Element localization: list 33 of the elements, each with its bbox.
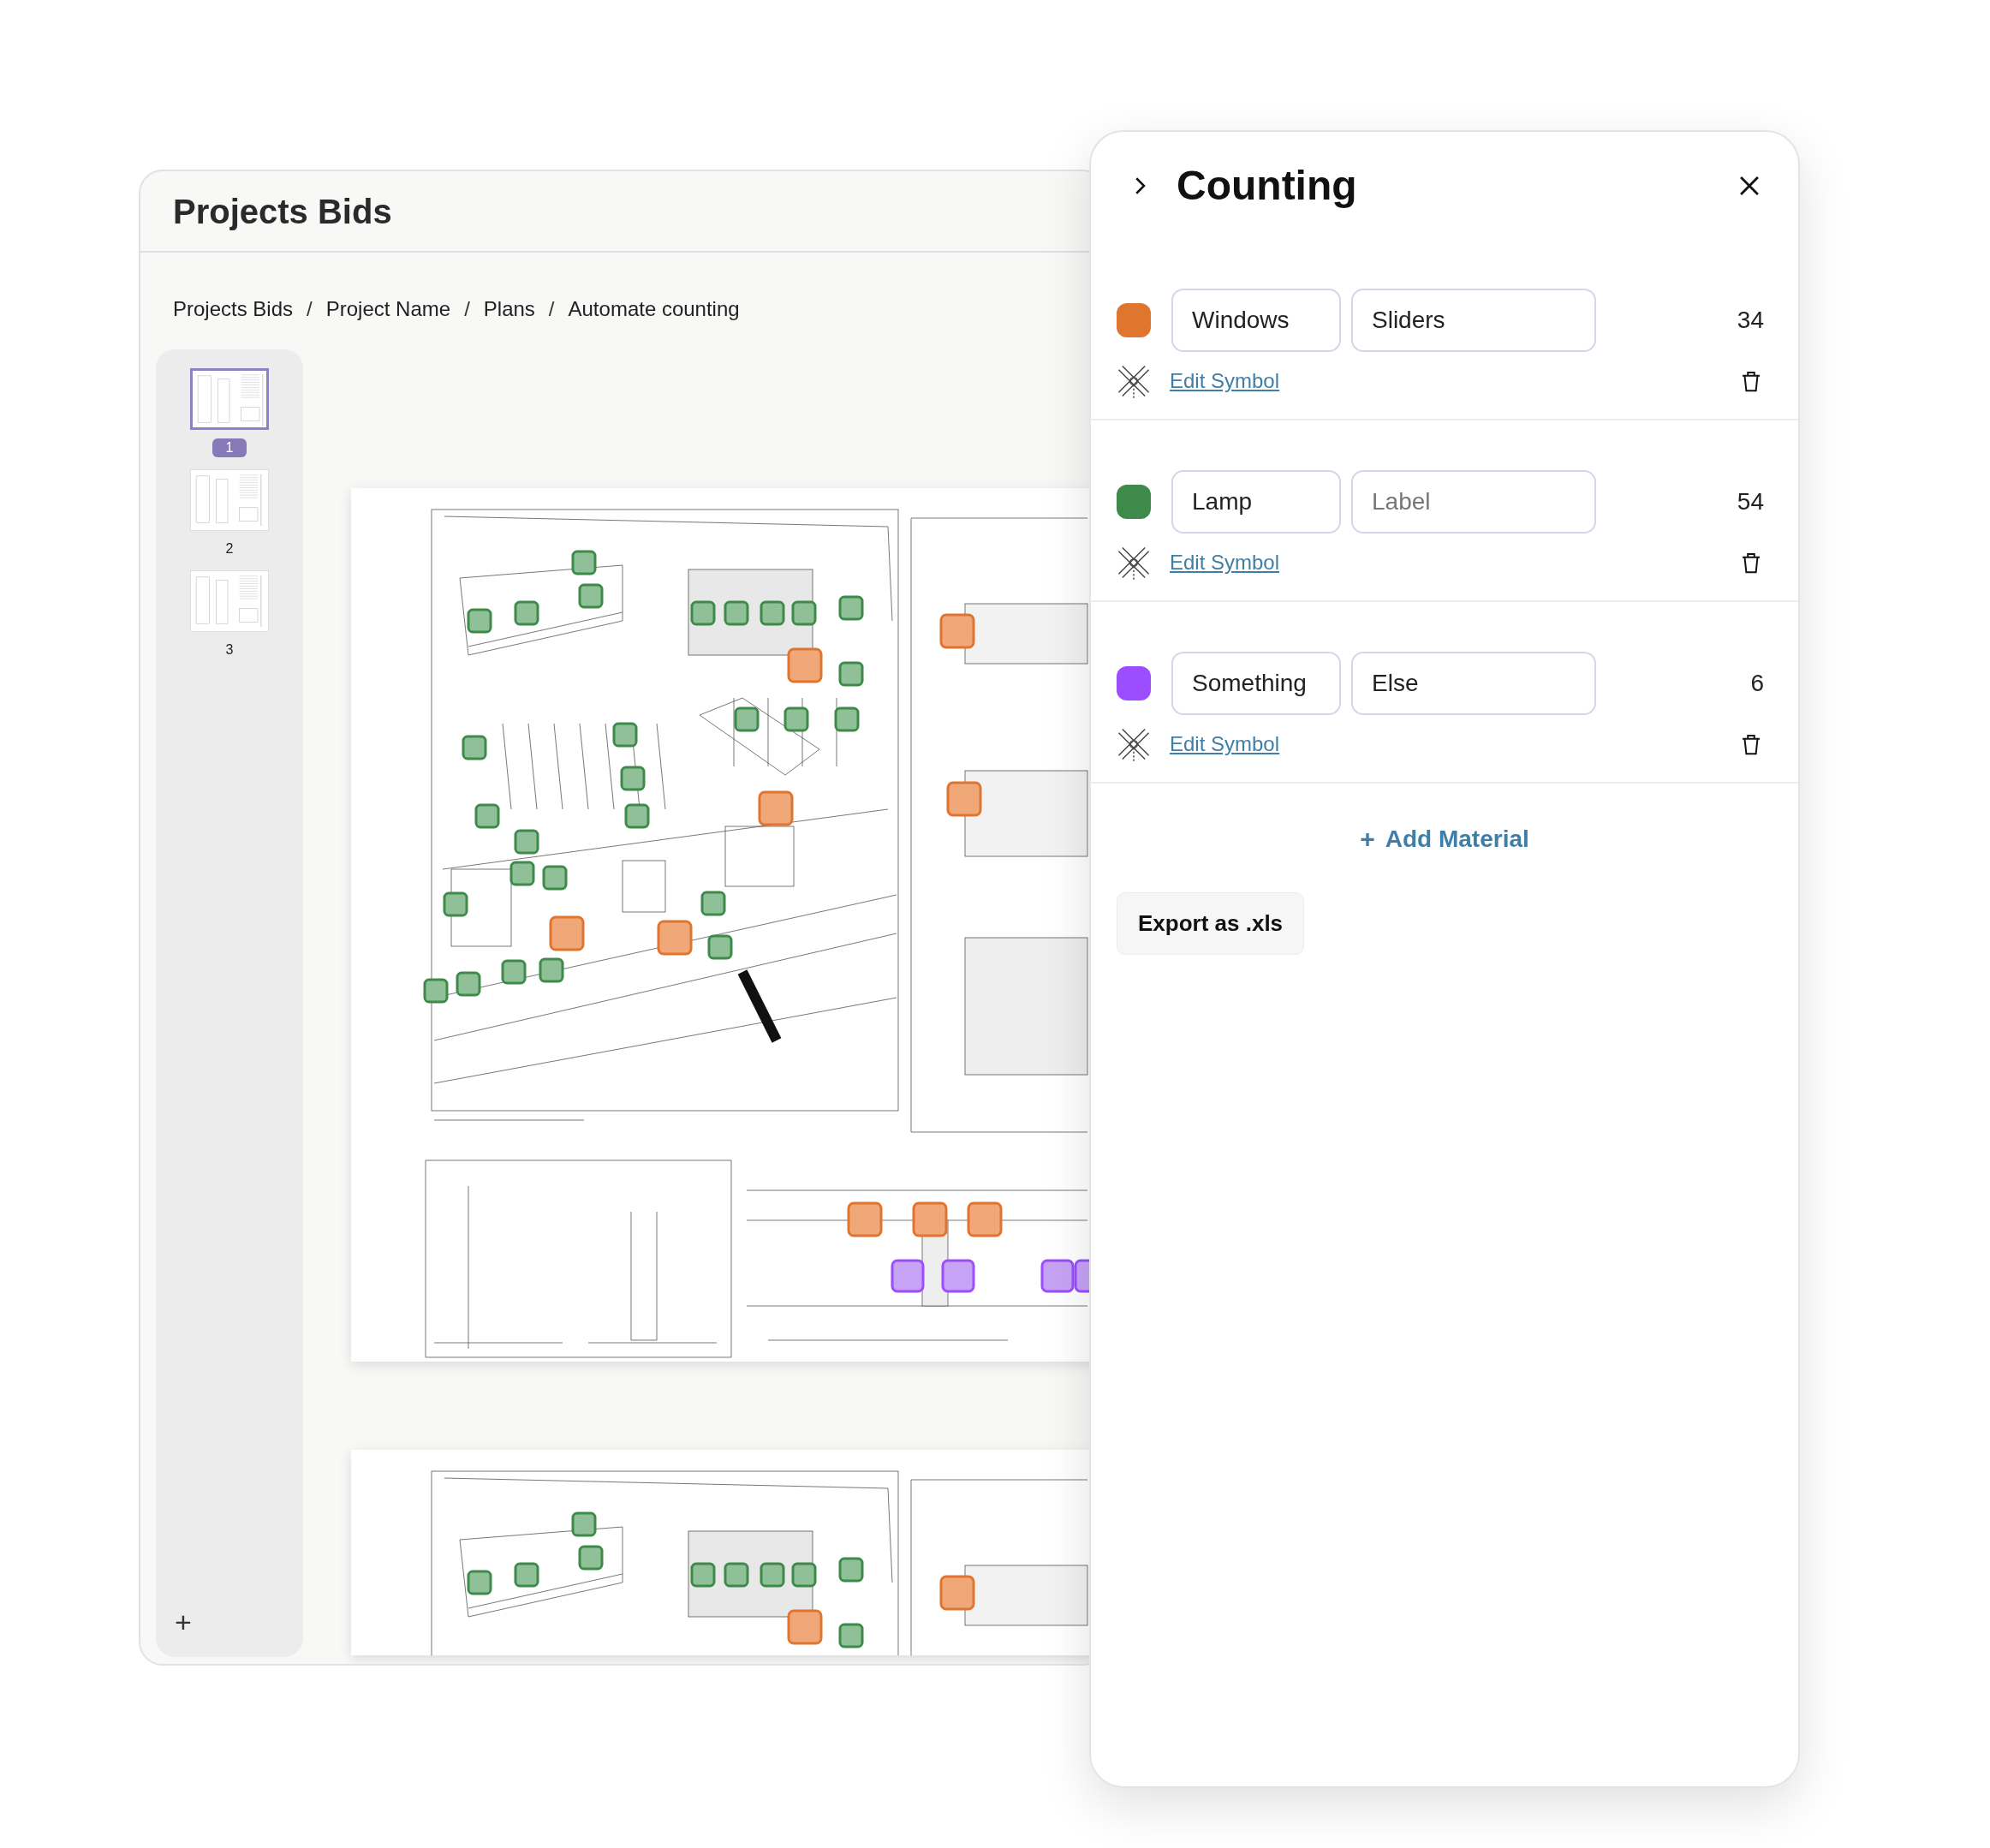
add-page-button[interactable]: +: [175, 1607, 192, 1636]
label-field[interactable]: Label: [1351, 470, 1596, 534]
page-number: 1: [212, 438, 247, 457]
color-swatch[interactable]: [1117, 303, 1151, 337]
add-material-label: Add Material: [1385, 824, 1529, 854]
page-number: 3: [225, 641, 234, 659]
export-button[interactable]: Export as .xls: [1117, 892, 1305, 955]
breadcrumb-separator: /: [548, 295, 555, 322]
add-material-button[interactable]: + Add Material: [1360, 820, 1529, 858]
page-thumbnail[interactable]: [190, 368, 269, 430]
window-title: Projects Bids: [173, 191, 392, 232]
label-field[interactable]: Else: [1351, 652, 1596, 715]
panel-title: Counting: [1177, 161, 1357, 210]
breadcrumb-separator: /: [464, 295, 470, 322]
edit-symbol-link[interactable]: Edit Symbol: [1170, 366, 1280, 396]
name-field[interactable]: Something: [1171, 652, 1341, 715]
breadcrumb-link[interactable]: Automate counting: [568, 293, 740, 325]
page-number: 2: [225, 540, 234, 557]
label-field[interactable]: Sliders: [1351, 289, 1596, 352]
breadcrumb-link[interactable]: Plans: [483, 293, 535, 325]
edit-symbol-link[interactable]: Edit Symbol: [1170, 547, 1280, 578]
breadcrumb-link[interactable]: Project Name: [325, 293, 451, 325]
name-field[interactable]: Lamp: [1171, 470, 1341, 534]
name-field[interactable]: Windows: [1171, 289, 1341, 352]
plus-icon: +: [1360, 820, 1375, 858]
color-swatch[interactable]: [1117, 485, 1151, 519]
breadcrumb-link[interactable]: Projects Bids: [173, 293, 294, 325]
count: 54: [1737, 487, 1764, 516]
edit-symbol-link[interactable]: Edit Symbol: [1170, 729, 1280, 760]
count: 6: [1750, 669, 1764, 698]
count: 34: [1737, 306, 1764, 335]
breadcrumb-separator: /: [307, 295, 313, 322]
color-swatch[interactable]: [1117, 666, 1151, 700]
